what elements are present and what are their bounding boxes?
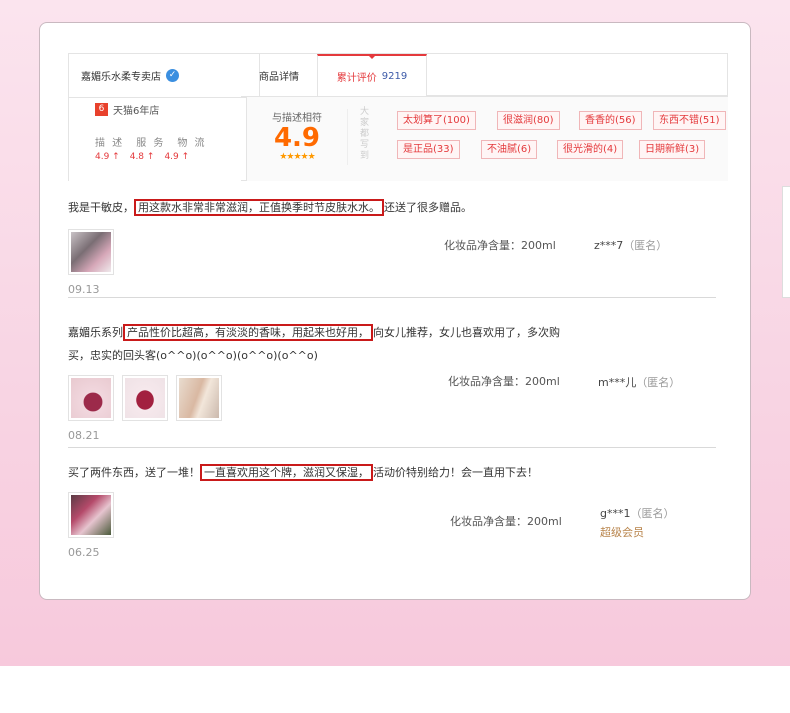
divider [347, 109, 348, 165]
tabs-filler [427, 54, 727, 96]
rating-summary-inner: 与描述相符 4.9 ★★★★★ 大家都写到 太划算了(100) 很滋润(80) … [246, 97, 728, 181]
product-tabs: 商品详情 累计评价 9219 [241, 53, 728, 97]
impression-label: 大家都写到 [360, 107, 370, 161]
review-text: 嘉媚乐系列 产品性价比超高，有淡淡的香味，用起来也好用， 向女儿推荐，女儿也喜欢用了… [68, 321, 568, 367]
review-photo[interactable] [68, 375, 114, 421]
shop-name[interactable]: 嘉媚乐水柔专卖店 [81, 68, 161, 83]
tmall-years-label: 天猫6年店 [113, 106, 160, 117]
tab-product-details-label: 商品详情 [259, 71, 299, 83]
impression-tag[interactable]: 香香的(56) [579, 111, 642, 130]
super-member-badge: 超级会员 [600, 526, 644, 539]
review-username: m***儿 [598, 376, 637, 389]
review-anonymous: （匿名） [630, 507, 675, 520]
review-text-post: 活动价特别给力！会一直用下去！ [373, 466, 538, 479]
score-label-description: 描 述 [95, 138, 125, 149]
review-anonymous: （匿名） [623, 239, 668, 252]
shop-scores: 描 述 服 务 物 流 4.9 ↑ 4.8 ↑ 4.9 ↑ [95, 134, 207, 162]
tab-reviews-label: 累计评价 [336, 72, 377, 84]
tab-product-details[interactable]: 商品详情 [241, 54, 317, 96]
match-label: 与描述相符 [272, 113, 322, 124]
review-highlight: 用这款水非常非常滋润，正值换季时节皮肤水水。 [134, 199, 384, 216]
score-label-service: 服 务 [136, 138, 166, 149]
review-text-post: 还送了很多赠品。 [384, 201, 472, 214]
verified-badge-icon: ✓ [166, 69, 179, 82]
score-value-service: 4.8 ↑ [129, 152, 155, 162]
review-divider [68, 447, 716, 448]
reviews-card: 嘉媚乐水柔专卖店 ✓ 6 天猫6年店 描 述 服 务 物 流 4.9 ↑ 4.8… [39, 22, 751, 600]
score-value-logistics: 4.9 ↑ [164, 152, 190, 162]
reviews-count: 9219 [381, 70, 408, 82]
review-text-pre: 买了两件东西，送了一堆！ [68, 466, 200, 479]
shop-info-panel: 嘉媚乐水柔专卖店 ✓ 6 天猫6年店 描 述 服 务 物 流 4.9 ↑ 4.8… [68, 53, 260, 181]
review-spec: 化妆品净含量：200ml [444, 239, 556, 252]
review-date: 06.25 [68, 546, 100, 559]
review-highlight: 产品性价比超高，有淡淡的香味，用起来也好用， [123, 324, 373, 341]
tmall-years-icon: 6 [95, 103, 108, 116]
review-text: 买了两件东西，送了一堆！ 一直喜欢用这个牌，滋润又保湿， 活动价特别给力！会一直用下… [68, 461, 558, 484]
impression-tag[interactable]: 不油腻(6) [481, 140, 538, 159]
review-photo[interactable] [68, 229, 114, 275]
score-value-description: 4.9 ↑ [95, 152, 120, 162]
review-text-pre: 我是干敏皮， [68, 201, 134, 214]
review-username: z***7 [594, 239, 624, 252]
review-user: m***儿（匿名） [598, 374, 680, 390]
rating-summary-panel: 与描述相符 4.9 ★★★★★ 大家都写到 太划算了(100) 很滋润(80) … [241, 97, 728, 181]
review-anonymous: （匿名） [636, 376, 681, 389]
review-user: g***1（匿名） 超级会员 [600, 505, 674, 540]
impression-tag[interactable]: 太划算了(100) [397, 111, 476, 130]
impression-tag[interactable]: 日期新鲜(3) [639, 140, 706, 159]
review-date: 09.13 [68, 283, 100, 296]
impression-tag[interactable]: 很滋润(80) [497, 111, 560, 130]
review-photo[interactable] [122, 375, 168, 421]
review-text-pre: 嘉媚乐系列 [68, 326, 123, 339]
star-rating-icon: ★★★★★ [279, 152, 315, 162]
review-spec: 化妆品净含量：200ml [450, 515, 562, 528]
review-date: 08.21 [68, 429, 100, 442]
review-divider [68, 297, 716, 298]
shop-header: 嘉媚乐水柔专卖店 ✓ [69, 54, 259, 98]
score-label-logistics: 物 流 [177, 138, 207, 149]
impression-tag[interactable]: 很光滑的(4) [557, 140, 624, 159]
review-highlight: 一直喜欢用这个牌，滋润又保湿， [200, 464, 373, 481]
match-rating: 与描述相符 4.9 ★★★★★ [267, 109, 327, 162]
side-panel-tab[interactable] [782, 186, 790, 298]
review-username: g***1 [600, 507, 631, 520]
impression-tag[interactable]: 东西不错(51) [653, 111, 726, 130]
tab-reviews[interactable]: 累计评价 9219 [317, 54, 427, 96]
match-score: 4.9 [273, 123, 321, 153]
review-user: z***7（匿名） [594, 237, 667, 253]
tmall-store-age: 6 天猫6年店 [95, 102, 159, 117]
review-text: 我是干敏皮， 用这款水非常非常滋润，正值换季时节皮肤水水。 还送了很多赠品。 [68, 196, 716, 219]
review-photo[interactable] [68, 492, 114, 538]
review-photo[interactable] [176, 375, 222, 421]
review-spec: 化妆品净含量：200ml [448, 375, 560, 388]
impression-tag[interactable]: 是正品(33) [397, 140, 460, 159]
